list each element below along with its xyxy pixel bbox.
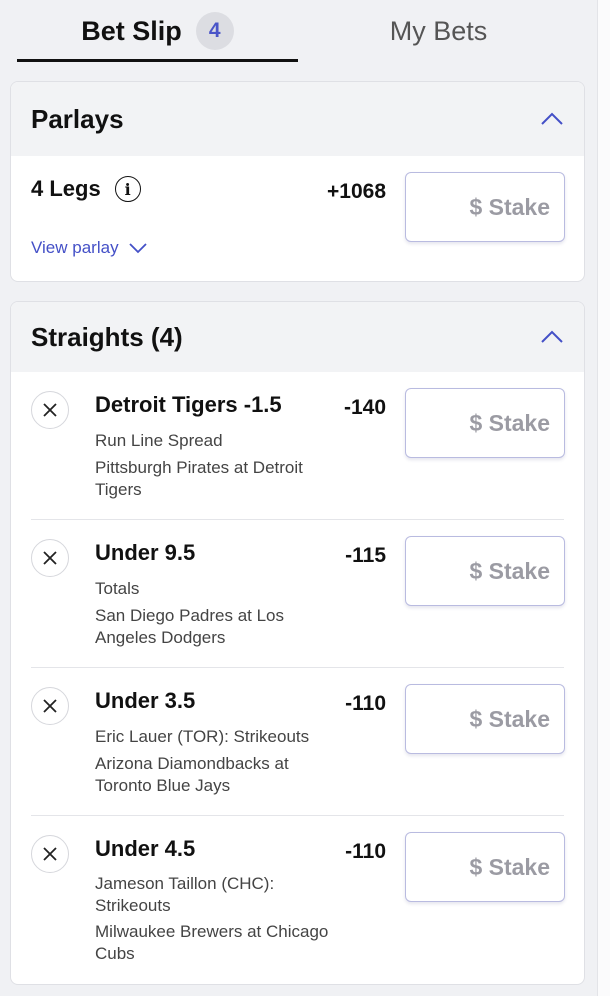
chevron-down-icon — [128, 242, 147, 253]
bet-selection: Under 4.5 — [95, 836, 196, 861]
bet-odds: -110 — [345, 692, 386, 715]
bet-game: San Diego Padres at Los Angeles Dodgers — [95, 606, 285, 647]
info-icon[interactable]: i — [114, 176, 141, 202]
bet-market: Eric Lauer (TOR): Strikeouts — [95, 727, 310, 746]
tab-my-bets-label: My Bets — [389, 15, 488, 46]
stake-input[interactable]: $ Stake — [405, 388, 565, 458]
bet-selection: Under 9.5 — [95, 540, 196, 565]
bet-odds: -110 — [345, 840, 386, 863]
straights-header[interactable]: Straights (4) — [11, 302, 584, 372]
close-icon — [43, 551, 57, 565]
view-parlay-link[interactable]: View parlay — [31, 238, 147, 258]
bet-game: Milwaukee Brewers at Chicago Cubs — [95, 922, 329, 963]
bet-game: Arizona Diamondbacks at Toronto Blue Jay… — [95, 754, 289, 795]
straight-bet-row: Under 4.5 -110 Jameson Taillon (CHC): St… — [31, 816, 565, 964]
parlays-card: Parlays 4 Legs i +1068 $ Stake View parl… — [10, 81, 585, 282]
parlay-odds: +1068 — [327, 180, 386, 203]
stake-input[interactable]: $ Stake — [405, 684, 565, 754]
bet-odds: -115 — [345, 544, 386, 567]
straight-bet-row: Detroit Tigers -1.5 -140 Run Line Spread… — [31, 372, 565, 520]
parlays-header[interactable]: Parlays — [11, 82, 584, 156]
bet-odds: -140 — [343, 396, 386, 419]
chevron-up-icon[interactable] — [540, 330, 564, 344]
parlays-title: Parlays — [31, 103, 124, 134]
tab-bet-slip-label: Bet Slip — [81, 15, 182, 46]
parlay-body: 4 Legs i +1068 $ Stake View parlay — [11, 156, 584, 281]
view-parlay-label: View parlay — [31, 238, 119, 257]
bet-tabs: Bet Slip 4 My Bets — [0, 0, 597, 62]
bet-market: Run Line Spread — [95, 431, 223, 450]
bet-market: Jameson Taillon (CHC): Strikeouts — [95, 874, 275, 915]
tab-bet-slip[interactable]: Bet Slip 4 — [17, 0, 298, 62]
straights-card: Straights (4) Detroit Tigers -1.5 -140 R… — [10, 301, 585, 985]
remove-bet-button[interactable] — [31, 539, 69, 577]
bet-market: Totals — [95, 579, 140, 598]
parlay-stake-input[interactable]: $ Stake — [405, 172, 565, 242]
bet-selection: Under 3.5 — [95, 688, 196, 713]
close-icon — [43, 403, 57, 417]
bet-selection: Detroit Tigers -1.5 — [95, 392, 282, 417]
scrollbar[interactable] — [597, 0, 610, 996]
stake-input[interactable]: $ Stake — [405, 536, 565, 606]
remove-bet-button[interactable] — [31, 391, 69, 429]
straight-bet-row: Under 3.5 -110 Eric Lauer (TOR): Strikeo… — [31, 668, 565, 816]
remove-bet-button[interactable] — [31, 835, 69, 873]
remove-bet-button[interactable] — [31, 687, 69, 725]
bet-game: Pittsburgh Pirates at Detroit Tigers — [95, 458, 303, 499]
straights-title: Straights (4) — [31, 321, 183, 352]
bet-count-badge: 4 — [195, 12, 234, 50]
straight-bet-row: Under 9.5 -115 Totals San Diego Padres a… — [31, 520, 565, 668]
tab-my-bets[interactable]: My Bets — [298, 0, 579, 62]
parlay-legs-label: 4 Legs — [31, 176, 101, 201]
chevron-up-icon[interactable] — [540, 112, 564, 126]
parlay-legs: 4 Legs i — [31, 176, 141, 202]
close-icon — [43, 847, 57, 861]
stake-input[interactable]: $ Stake — [405, 832, 565, 902]
close-icon — [43, 699, 57, 713]
